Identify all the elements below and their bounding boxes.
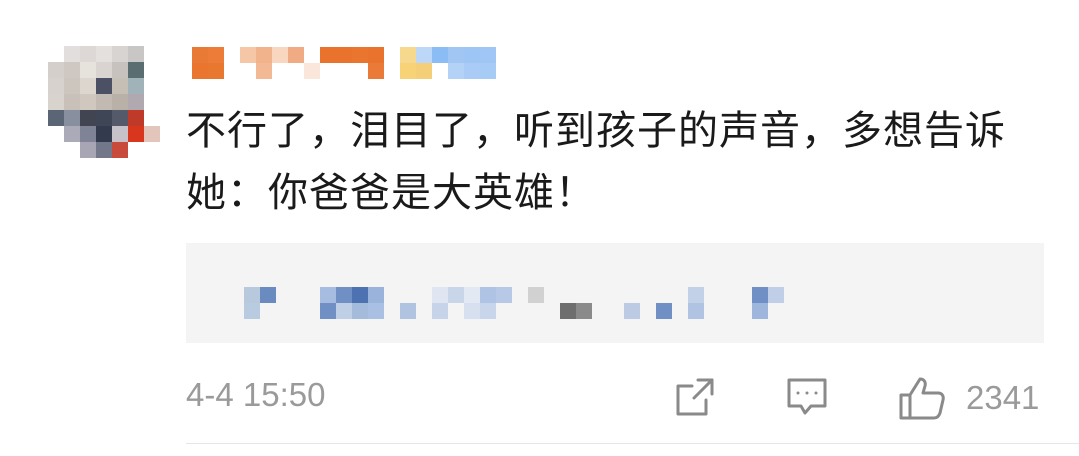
like-button[interactable]: 2341 xyxy=(898,370,1039,426)
thumbs-up-icon xyxy=(898,375,946,421)
comment-footer: 4-4 15:50 2341 xyxy=(186,370,1056,426)
avatar[interactable] xyxy=(48,46,160,158)
comment-icon[interactable] xyxy=(784,374,830,420)
comment-item: 不行了，泪目了，听到孩子的声音，多想告诉她：你爸爸是大英雄！ 4-4 15:50… xyxy=(0,0,1079,456)
share-icon[interactable] xyxy=(672,374,718,420)
divider xyxy=(186,443,1079,444)
quoted-reply-preview[interactable] xyxy=(186,243,1044,343)
like-count: 2341 xyxy=(966,379,1040,416)
timestamp: 4-4 15:50 xyxy=(186,376,326,413)
comment-text: 不行了，泪目了，听到孩子的声音，多想告诉她：你爸爸是大英雄！ xyxy=(186,108,1006,216)
username[interactable] xyxy=(192,47,502,79)
